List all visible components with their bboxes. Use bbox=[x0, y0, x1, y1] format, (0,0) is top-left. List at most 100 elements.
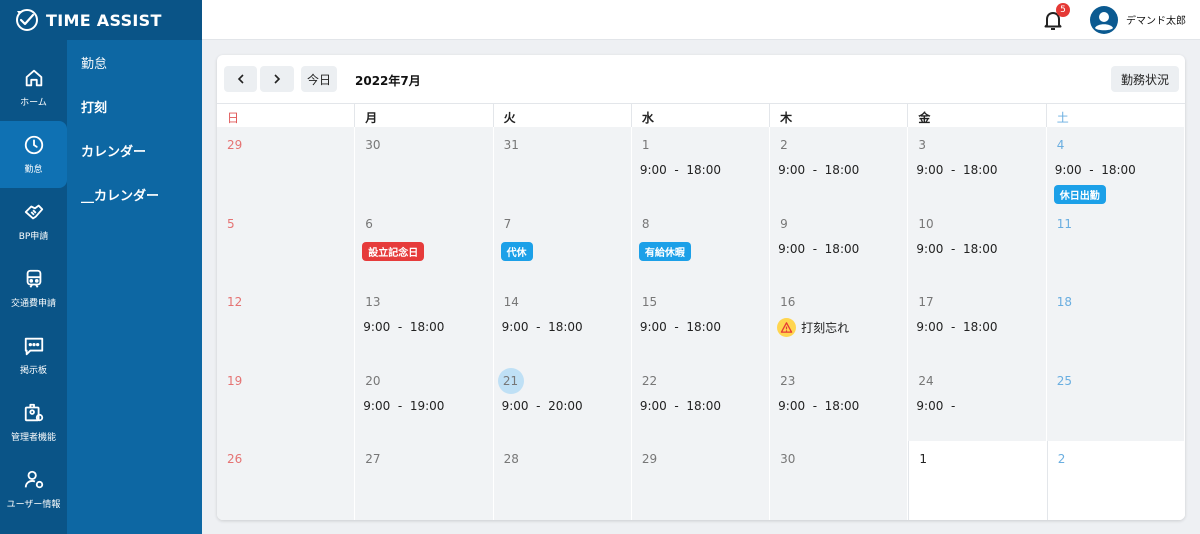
date-number: 3 bbox=[918, 138, 927, 152]
shift-time: 9:00 - 18:00 bbox=[778, 398, 860, 413]
event-badge[interactable]: 代休 bbox=[500, 241, 533, 261]
rail-item-bp[interactable]: BP申請 bbox=[0, 188, 67, 255]
calendar-day-cell[interactable]: 17 9:00 - 18:00 bbox=[908, 284, 1047, 363]
train-icon bbox=[26, 269, 41, 288]
date-number: 1 bbox=[641, 138, 650, 152]
prev-month-button[interactable] bbox=[224, 66, 257, 92]
calendar-day-cell[interactable]: 29 bbox=[217, 127, 356, 206]
weekday-header: 日 月 火 水 木 金 土 bbox=[217, 103, 1185, 128]
date-number: 31 bbox=[503, 138, 519, 152]
work-status-button[interactable]: 勤務状況 bbox=[1111, 66, 1179, 92]
date-number: 8 bbox=[641, 216, 650, 231]
avatar-icon[interactable] bbox=[1090, 6, 1118, 34]
rail-item-home[interactable]: ホーム bbox=[0, 54, 67, 121]
rail-item-admin[interactable]: 管理者機能 bbox=[0, 389, 67, 456]
logo-icon bbox=[16, 9, 38, 31]
calendar-day-cell[interactable]: 2 9:00 - 18:00 bbox=[770, 127, 909, 206]
weekday-fri: 金 bbox=[908, 104, 1047, 128]
brand[interactable]: TIME ASSIST bbox=[0, 0, 202, 40]
calendar-day-cell[interactable]: 19 bbox=[217, 362, 356, 442]
calendar-day-cell[interactable]: 5 bbox=[217, 205, 356, 285]
next-month-button[interactable] bbox=[260, 66, 294, 92]
calendar-day-cell[interactable]: 26 bbox=[217, 441, 356, 520]
shift-time: 9:00 - 18:00 bbox=[916, 241, 998, 256]
calendar-day-cell[interactable]: 12 bbox=[217, 284, 356, 363]
calendar-day-cell[interactable]: 15 9:00 - 18:00 bbox=[631, 284, 771, 363]
calendar-toolbar: 今日 2022年7月 勤務状況 bbox=[217, 55, 1185, 103]
shift-time: 9:00 - 18:00 bbox=[778, 163, 860, 177]
weekday-sun: 日 bbox=[217, 104, 356, 128]
subnav-header: 勤怠 bbox=[81, 56, 108, 72]
calendar-day-cell[interactable]: 24 9:00 - bbox=[908, 362, 1047, 442]
event-badge[interactable]: 有給休暇 bbox=[638, 241, 691, 261]
subnav-item-calendar-alt[interactable]: __カレンダー bbox=[67, 172, 202, 216]
rail-label: 交通費申請 bbox=[10, 299, 56, 309]
event-badge[interactable]: 設立記念日 bbox=[362, 241, 425, 261]
date-number: 9 bbox=[780, 216, 788, 231]
calendar-day-cell[interactable]: 14 9:00 - 18:00 bbox=[493, 284, 632, 363]
event-badge[interactable]: 休日出勤 bbox=[1053, 185, 1106, 204]
calendar-day-cell[interactable]: 9 9:00 - 18:00 bbox=[770, 205, 909, 285]
calendar-day-cell[interactable]: 22 9:00 - 18:00 bbox=[631, 362, 771, 442]
date-number: 13 bbox=[365, 295, 381, 310]
calendar-day-cell[interactable]: 21 9:00 - 20:00 bbox=[493, 362, 632, 442]
calendar-day-cell[interactable]: 2 bbox=[1046, 441, 1185, 520]
calendar-day-cell[interactable]: 23 9:00 - 18:00 bbox=[770, 362, 909, 442]
date-number: 23 bbox=[780, 373, 796, 388]
rail-label: ユーザー情報 bbox=[6, 500, 61, 510]
top-bar: 5 デマンド太郎 bbox=[202, 0, 1200, 40]
rail-item-board[interactable]: 掲示板 bbox=[0, 322, 67, 389]
rail-label: 勤怠 bbox=[24, 165, 43, 175]
calendar-day-cell[interactable]: 16 打刻忘れ bbox=[770, 284, 909, 363]
rail-item-user[interactable]: ユーザー情報 bbox=[0, 456, 67, 523]
calendar-day-cell[interactable]: 29 bbox=[631, 441, 771, 520]
shift-time: 9:00 - 18:00 bbox=[1054, 163, 1136, 177]
date-number: 15 bbox=[641, 295, 658, 310]
calendar-day-cell[interactable]: 4 9:00 - 18:00 休日出勤 bbox=[1046, 127, 1185, 206]
calendar-day-cell[interactable]: 28 bbox=[493, 441, 632, 520]
subnav-item-punch[interactable]: 打刻 bbox=[67, 84, 202, 128]
admin-icon bbox=[24, 403, 43, 422]
calendar-day-cell[interactable]: 3 9:00 - 18:00 bbox=[908, 127, 1047, 206]
rail-label: ホーム bbox=[20, 98, 47, 108]
calendar-day-cell[interactable]: 30 bbox=[355, 127, 494, 206]
calendar-day-cell[interactable]: 13 9:00 - 18:00 bbox=[355, 284, 494, 363]
calendar-day-cell[interactable]: 7 代休 bbox=[493, 205, 632, 285]
message-icon bbox=[24, 337, 43, 356]
date-number: 4 bbox=[1056, 138, 1065, 152]
calendar-day-cell[interactable]: 25 bbox=[1046, 362, 1185, 442]
calendar-day-cell[interactable]: 18 bbox=[1046, 284, 1185, 363]
missing-punch-warning[interactable]: 打刻忘れ bbox=[777, 318, 849, 338]
date-number: 2 bbox=[780, 138, 788, 152]
date-number: 2 bbox=[1057, 452, 1066, 467]
calendar-day-cell[interactable]: 30 bbox=[770, 441, 909, 520]
subnav-item-calendar[interactable]: カレンダー bbox=[67, 128, 202, 172]
date-number: 1 bbox=[919, 452, 928, 467]
shift-time: 9:00 - 18:00 bbox=[639, 320, 721, 335]
calendar-day-cell[interactable]: 20 9:00 - 19:00 bbox=[355, 362, 494, 442]
username[interactable]: デマンド太郎 bbox=[1126, 12, 1186, 27]
calendar-day-cell[interactable]: 10 9:00 - 18:00 bbox=[908, 205, 1047, 285]
date-number: 28 bbox=[503, 452, 519, 467]
home-icon bbox=[25, 69, 42, 87]
rail-item-attendance[interactable]: 勤怠 bbox=[0, 121, 67, 188]
user-settings-icon bbox=[24, 470, 43, 489]
calendar-day-cell[interactable]: 6 設立記念日 bbox=[355, 205, 494, 285]
weekday-thu: 木 bbox=[770, 104, 909, 128]
calendar-day-cell[interactable]: 31 bbox=[493, 127, 632, 206]
date-number: 18 bbox=[1056, 295, 1072, 310]
calendar-day-cell[interactable]: 8 有給休暇 bbox=[631, 205, 771, 285]
shift-time: 9:00 - 19:00 bbox=[363, 398, 445, 413]
calendar-day-cell[interactable]: 27 bbox=[355, 441, 494, 520]
calendar-day-cell[interactable]: 1 bbox=[908, 441, 1047, 520]
rail-item-transport[interactable]: 交通費申請 bbox=[0, 255, 67, 322]
calendar-day-cell[interactable]: 1 9:00 - 18:00 bbox=[631, 127, 771, 206]
shift-time: 9:00 - 18:00 bbox=[639, 398, 721, 413]
date-number: 20 bbox=[365, 373, 381, 388]
shift-time: 9:00 - 18:00 bbox=[916, 163, 998, 177]
shift-time: 9:00 - 18:00 bbox=[916, 320, 998, 335]
today-button[interactable]: 今日 bbox=[301, 66, 337, 92]
left-rail: ホーム 勤怠 BP申請 交通費申請 掲示板 管理者機能 ユーザー情報 bbox=[0, 0, 67, 534]
date-number: 30 bbox=[365, 138, 381, 152]
calendar-day-cell[interactable]: 11 bbox=[1046, 205, 1185, 285]
